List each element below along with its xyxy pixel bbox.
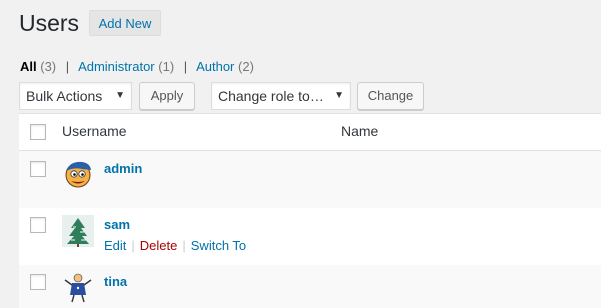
bulk-actions-value: Bulk Actions (26, 88, 103, 104)
filter-administrator-link[interactable]: Administrator (78, 59, 155, 74)
row-actions: Edit | Delete | Switch To (104, 238, 246, 253)
filter-all-count: (3) (40, 59, 57, 74)
row-checkbox[interactable] (30, 274, 46, 290)
filter-all-link[interactable]: All (20, 59, 37, 74)
cartoon-figure-avatar-icon (64, 273, 92, 303)
edit-link[interactable]: Edit (104, 238, 126, 253)
add-new-button[interactable]: Add New (89, 10, 161, 36)
row-checkbox[interactable] (30, 161, 46, 177)
table-row: admin (19, 151, 601, 208)
action-separator: | (182, 238, 186, 253)
dropdown-arrow-icon: ▼ (334, 90, 344, 101)
row-checkbox[interactable] (30, 217, 46, 233)
change-button[interactable]: Change (357, 82, 424, 110)
username-link[interactable]: sam (104, 217, 130, 232)
page-title: Users (19, 10, 80, 36)
column-header-name[interactable]: Name (341, 123, 378, 139)
apply-button[interactable]: Apply (139, 82, 195, 110)
table-row: sam Edit | Delete | Switch To (19, 208, 601, 265)
filter-separator: | (65, 59, 70, 74)
users-table: Username Name admin sam Edit | Delete | Swit… (19, 113, 601, 308)
column-header-username[interactable]: Username (62, 123, 127, 139)
pine-tree-avatar-icon (62, 215, 94, 247)
change-role-value: Change role to… (218, 88, 324, 104)
change-role-select[interactable]: Change role to… ▼ (211, 82, 351, 110)
role-filter-links: All (3) | Administrator (1) | Author (2) (20, 58, 254, 76)
switch-to-link[interactable]: Switch To (191, 238, 246, 253)
filter-author-link[interactable]: Author (196, 59, 234, 74)
filter-administrator-count: (1) (158, 59, 175, 74)
table-header: Username Name (19, 114, 601, 151)
action-separator: | (131, 238, 135, 253)
table-row: tina (19, 265, 601, 308)
delete-link[interactable]: Delete (140, 238, 178, 253)
select-all-checkbox[interactable] (30, 124, 46, 140)
bulk-actions-select[interactable]: Bulk Actions ▼ (19, 82, 132, 110)
filter-author-count: (2) (238, 59, 254, 74)
username-link[interactable]: tina (104, 274, 127, 289)
cartoon-face-avatar-icon (65, 161, 91, 188)
filter-separator: | (183, 59, 188, 74)
username-link[interactable]: admin (104, 161, 142, 176)
dropdown-arrow-icon: ▼ (115, 90, 125, 101)
